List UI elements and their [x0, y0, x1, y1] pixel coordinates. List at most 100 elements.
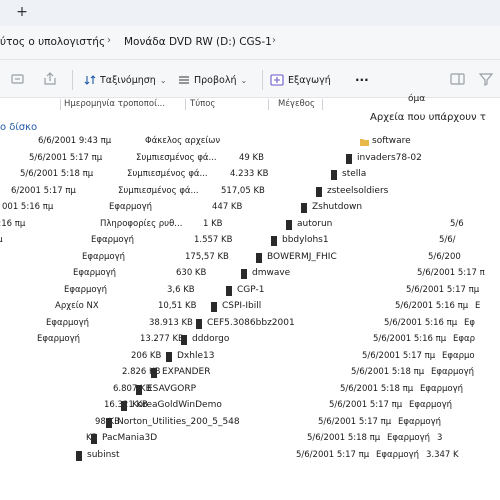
- file-row[interactable]: Εφαρμογή 38.913 KB CEF5.3086bbz2001 5/6/200…: [0, 317, 500, 331]
- file-row[interactable]: 6/6/2001 9:43 πμ Φάκελος αρχείων software: [0, 135, 500, 149]
- breadcrumb-dvd-drive[interactable]: Μονάδα DVD RW (D:) CGS-1: [124, 36, 272, 48]
- file-row[interactable]: Εφαρμογή 3,6 KB CGP-1 5/6/2001 5:17 πμ: [0, 284, 500, 298]
- file-row[interactable]: KBPacMania3D5/6/2001 5:18 πμΕφαρμογή3: [0, 432, 500, 446]
- file-name: Zshutdown: [312, 202, 363, 212]
- file-icon: [346, 153, 352, 164]
- sort-icon: [84, 75, 96, 85]
- file-date: 5/6/2001 5:17 πμ: [318, 416, 392, 427]
- file-name: autorun: [297, 218, 333, 229]
- file-type: Εφαρμογή: [376, 449, 420, 460]
- file-date: 5/6/2001 5:16 πμ: [384, 317, 458, 328]
- file-icon: [286, 219, 292, 230]
- extract-button[interactable]: Εξαγωγή: [270, 72, 331, 88]
- file-row[interactable]: 2.826 KB EXPANDER 5/6/2001 5:18 πμ Εφαρμογή: [0, 366, 500, 380]
- file-row[interactable]: 5 πμ Εφαρμογή 1.557 KB bbdylohs1 5/6/: [0, 234, 500, 248]
- file-row[interactable]: Εφαρμογή 13.277 KB dddorgo 5/6/2001 5:16 πμ…: [0, 333, 500, 347]
- sort-button[interactable]: Ταξινόμηση ⌄: [84, 72, 167, 88]
- more-options-button[interactable]: ···: [355, 72, 369, 88]
- file-icon: [196, 318, 202, 329]
- file-row[interactable]: 5/6/2001 5:18 πμ Συμπιεσμένος φά... 4.233 …: [0, 168, 500, 182]
- file-date: 5/6/2001 5:17 π: [417, 268, 485, 278]
- file-date: 5/6/2001 5:17 πμ: [362, 350, 436, 361]
- file-row[interactable]: 6/2001 5:17 πμ Συμπιεσμένος φά... 517,05 K…: [0, 185, 500, 199]
- view-label: Προβολή: [194, 74, 237, 86]
- file-date: 5/6/: [439, 235, 456, 245]
- file-type: Συμπιεσμένος φά...: [127, 169, 208, 179]
- column-size[interactable]: Μέγεθος: [278, 99, 315, 109]
- file-date: 5:16 πμ: [0, 218, 26, 229]
- file-size: 3.347 K: [426, 449, 459, 460]
- file-name: software: [372, 136, 411, 146]
- chevron-right-icon[interactable]: ›: [272, 35, 276, 46]
- file-icon: [181, 335, 187, 345]
- file-row[interactable]: 5:16 πμ Πληροφορίες ρυθ... 1 KB autorun 5/6: [0, 218, 500, 232]
- chevron-right-icon[interactable]: ›: [107, 35, 111, 46]
- breadcrumb-this-pc[interactable]: ύτος ο υπολογιστής: [0, 36, 105, 48]
- file-size: 175,57 KB: [185, 251, 229, 262]
- file-date: 5/6/200: [428, 251, 461, 262]
- file-type: Εφαρμογή: [64, 284, 108, 295]
- details-pane-icon[interactable]: [450, 72, 466, 86]
- rename-icon[interactable]: [10, 72, 26, 86]
- file-type: Ε: [475, 301, 481, 311]
- file-type: Εφαρ: [453, 334, 475, 344]
- file-date: 5/6/2001 5:17 πμ: [296, 449, 370, 460]
- chevron-down-icon: ⌄: [159, 75, 167, 85]
- file-type: Εφαρμογή: [431, 367, 475, 377]
- file-row[interactable]: 16.321 KB KoreaGoldWinDemo 5/6/2001 5:17 π…: [0, 399, 500, 413]
- share-icon[interactable]: [42, 72, 58, 86]
- file-name: BOWERMJ_FHIC: [267, 251, 337, 262]
- file-size: 447 KB: [212, 202, 243, 212]
- file-type: Εφαρμογή: [409, 400, 453, 410]
- file-type: Εφαρμογή: [82, 251, 126, 262]
- file-size: 3: [437, 433, 443, 443]
- toolbar-divider: [262, 70, 263, 90]
- new-tab-button[interactable]: +: [14, 4, 30, 20]
- file-row[interactable]: Εφαρμογή 630 KB dmwave 5/6/2001 5:17 π: [0, 267, 500, 281]
- column-divider[interactable]: [322, 99, 323, 110]
- file-type: Εφ: [464, 317, 475, 328]
- file-date: 6/6/2001 9:43 πμ: [38, 136, 112, 146]
- file-row[interactable]: 98 KB Norton_Utilities_200_5_548 5/6/2001 …: [0, 416, 500, 430]
- file-name: invaders78-02: [357, 152, 422, 163]
- file-row[interactable]: 001 5:16 πμ Εφαρμογή 447 KB Zshutdown: [0, 201, 500, 215]
- file-row[interactable]: 6.807 KB ESAVGORP 5/6/2001 5:18 πμ Εφαρμογή: [0, 383, 500, 397]
- address-bar[interactable]: ύτος ο υπολογιστής › Μονάδα DVD RW (D:) …: [0, 26, 500, 60]
- file-row[interactable]: Εφαρμογή 175,57 KB BOWERMJ_FHIC 5/6/200: [0, 251, 500, 265]
- extract-label: Εξαγωγή: [288, 74, 331, 86]
- file-icon: [121, 401, 127, 411]
- file-name: PacMania3D: [102, 433, 158, 443]
- filter-icon[interactable]: [478, 72, 494, 86]
- column-divider[interactable]: [60, 99, 61, 110]
- file-name: dmwave: [252, 268, 291, 278]
- file-row[interactable]: 5/6/2001 5:17 πμ Συμπιεσμένος φά... 49 KB i…: [0, 152, 500, 166]
- file-date: 5/6/2001 5:17 πμ: [406, 284, 480, 295]
- command-bar: Ταξινόμηση ⌄ Προβολή ⌄ Εξαγωγή ···: [0, 60, 500, 98]
- file-date: 5/6/2001 5:18 πμ: [351, 367, 425, 377]
- file-name: CSPI-Ibill: [222, 301, 262, 311]
- column-divider[interactable]: [268, 99, 269, 110]
- file-name: bbdylohs1: [282, 235, 329, 245]
- file-size: 38.913 KB: [149, 317, 193, 328]
- file-row[interactable]: Αρχείο ΝΧ 10,51 KB CSPI-Ibill 5/6/2001 5:16…: [0, 300, 500, 314]
- group-header-disc[interactable]: ο δίσκο: [0, 122, 37, 133]
- file-size: 630 KB: [176, 268, 207, 278]
- file-date: 5/6/2001 5:17 πμ: [329, 400, 403, 410]
- file-type: Φάκελος αρχείων: [145, 136, 221, 146]
- file-name: KoreaGoldWinDemo: [132, 400, 222, 410]
- file-size: 3,6 KB: [167, 284, 195, 295]
- file-row[interactable]: 206 KB Dxhle13 5/6/2001 5:17 πμ Εφαρμο: [0, 350, 500, 364]
- file-size: 6.807 KB: [113, 383, 152, 394]
- column-divider[interactable]: [185, 99, 186, 110]
- column-date-modified[interactable]: Ημερομηνία τροποποί...: [64, 99, 165, 109]
- file-name: CGP-1: [237, 284, 265, 295]
- file-type: Εφαρμογή: [91, 235, 135, 245]
- file-row[interactable]: subinst 5/6/2001 5:17 πμ Εφαρμογή 3.347 K: [0, 449, 500, 463]
- file-type: Συμπιεσμένος φά...: [136, 152, 217, 163]
- file-name: subinst: [87, 449, 120, 460]
- view-button[interactable]: Προβολή ⌄: [178, 72, 247, 88]
- column-type[interactable]: Τύπος: [190, 99, 215, 109]
- file-icon: [226, 285, 232, 296]
- file-icon: [256, 252, 262, 263]
- group-header-files[interactable]: Αρχεία που υπάρχουν τ: [370, 112, 486, 123]
